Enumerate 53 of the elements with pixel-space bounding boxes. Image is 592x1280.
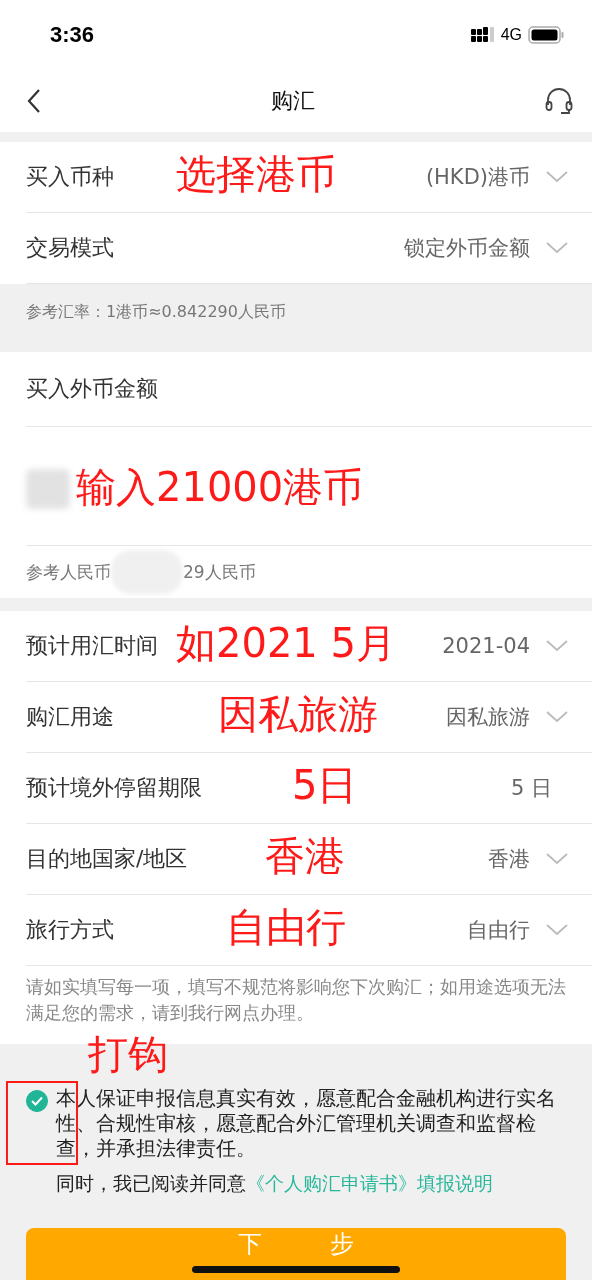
chevron-down-icon <box>546 711 568 723</box>
blur-patch <box>26 469 70 509</box>
field-value: (HKD)港币 <box>425 164 530 191</box>
field-value: 因私旅游 <box>446 704 530 731</box>
back-icon <box>26 88 42 114</box>
network-label: 4G <box>500 26 522 44</box>
field-label: 交易模式 <box>26 234 114 262</box>
form-row[interactable]: 买入币种 选择港币 (HKD)港币 <box>26 142 592 213</box>
field-label: 预计用汇时间 <box>26 632 158 660</box>
instruction-note: 请如实填写每一项，填写不规范将影响您下次购汇；如用途选项无法满足您的需求，请到我行网点办理。 <box>26 976 566 1025</box>
field-value: 2021-04 <box>442 634 530 658</box>
chevron-down-icon <box>546 640 568 652</box>
annotation-text: 因私旅游 <box>218 694 378 734</box>
field-label: 旅行方式 <box>26 916 114 944</box>
reference-amount-label: 参考人民币 <box>26 560 111 584</box>
form-row[interactable]: 交易模式 锁定外币金额 <box>26 213 592 284</box>
form-row[interactable]: 旅行方式 自由行 自由行 <box>26 895 592 966</box>
exchange-rate-note: 参考汇率：1港币≈0.842290人民币 <box>26 302 286 321</box>
field-label: 买入外币金额 <box>26 375 158 403</box>
field-label: 购汇用途 <box>26 703 114 731</box>
reference-amount-unit: 29人民币 <box>183 560 256 584</box>
annotation-text: 输入21000港币 <box>76 467 364 507</box>
agreement-text: 本人保证申报信息真实有效，愿意配合金融机构进行实名性、合规性审核，愿意配合外汇管理机关调查和监督检查，并承担法律责任。 <box>56 1086 557 1161</box>
field-value: 5 日 <box>510 775 552 802</box>
form-row[interactable]: 目的地国家/地区 香港 香港 <box>26 824 592 895</box>
annotation-text: 选择港币 <box>176 154 336 194</box>
annotation-text: 5日 <box>292 765 358 805</box>
battery-icon <box>528 26 564 44</box>
annotation-text: 自由行 <box>226 907 346 947</box>
chevron-down-icon <box>546 924 568 936</box>
chevron-down-icon <box>546 242 568 254</box>
field-value: 锁定外币金额 <box>404 235 530 262</box>
page-title: 购汇 <box>271 87 315 115</box>
field-label: 目的地国家/地区 <box>26 845 188 873</box>
amount-field[interactable]: 输入21000港币 <box>26 427 592 546</box>
field-label: 买入币种 <box>26 163 114 191</box>
annotation-text: 香港 <box>265 836 345 876</box>
agreement-checkbox[interactable] <box>26 1090 48 1112</box>
headset-icon <box>544 86 574 116</box>
field-label: 预计境外停留期限 <box>26 774 202 802</box>
field-value: 香港 <box>488 846 530 873</box>
agreement-read-text: 同时，我已阅读并同意 <box>56 1171 246 1196</box>
annotation-text: 打钩 <box>88 1034 168 1074</box>
chevron-down-icon <box>546 171 568 183</box>
form-row[interactable]: 预计用汇时间 如2021 5月 2021-04 <box>26 611 592 682</box>
signal-icon <box>470 27 495 43</box>
check-icon <box>31 1096 43 1106</box>
form-row[interactable]: 购汇用途 因私旅游 因私旅游 <box>26 682 592 753</box>
status-time: 3:36 <box>50 22 95 48</box>
chevron-down-icon <box>546 853 568 865</box>
annotation-text: 如2021 5月 <box>176 623 396 663</box>
form-row[interactable]: 预计境外停留期限 5日 5 日 <box>26 753 592 824</box>
field-value: 自由行 <box>467 917 530 944</box>
